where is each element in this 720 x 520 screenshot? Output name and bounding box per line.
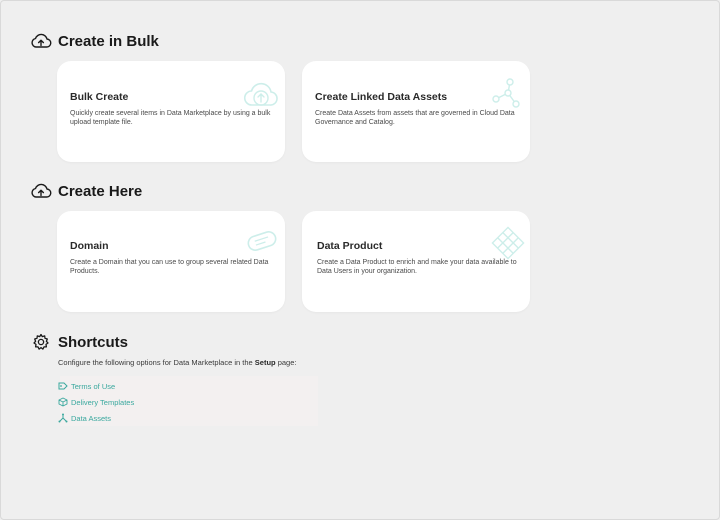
setup-page-reference: Setup xyxy=(254,358,276,367)
tag-icon xyxy=(58,381,68,391)
bulk-create-card[interactable]: Bulk Create Quickly create several items… xyxy=(57,61,285,162)
terms-of-use-link[interactable]: Terms of Use xyxy=(58,381,115,391)
cloud-upload-icon xyxy=(30,32,52,50)
link-label: Data Assets xyxy=(71,413,112,423)
section-title: Shortcuts xyxy=(58,333,129,351)
card-title: Data Product xyxy=(317,240,383,252)
gear-icon xyxy=(30,333,52,351)
data-assets-link[interactable]: Data Assets xyxy=(58,413,111,423)
card-title: Create Linked Data Assets xyxy=(315,91,448,103)
shortcuts-desc-prefix: Configure the following options for Data… xyxy=(58,358,255,367)
nodes-icon xyxy=(58,413,68,423)
network-nodes-illustration-icon xyxy=(488,77,522,114)
domain-badge-illustration-icon xyxy=(243,227,281,260)
grid-diamond-illustration-icon xyxy=(490,225,526,266)
section-header-shortcuts: Shortcuts xyxy=(30,333,128,351)
link-label: Delivery Templates xyxy=(71,397,135,407)
shortcuts-description: Configure the following options for Data… xyxy=(58,358,296,367)
link-label: Terms of Use xyxy=(71,381,116,391)
section-header-create-here: Create Here xyxy=(30,182,142,200)
cloud-upload-illustration-icon xyxy=(243,79,279,114)
delivery-templates-link[interactable]: Delivery Templates xyxy=(58,397,134,407)
shortcuts-desc-suffix: page: xyxy=(275,358,297,367)
cloud-upload-icon xyxy=(30,182,52,200)
section-header-create-in-bulk: Create in Bulk xyxy=(30,32,159,50)
domain-card[interactable]: Domain Create a Domain that you can use … xyxy=(57,211,285,312)
box-icon xyxy=(58,397,68,407)
card-description: Create a Domain that you can use to grou… xyxy=(70,259,269,275)
section-title: Create Here xyxy=(58,182,143,200)
create-linked-data-assets-card[interactable]: Create Linked Data Assets Create Data As… xyxy=(302,61,530,162)
card-title: Domain xyxy=(70,240,109,252)
data-product-card[interactable]: Data Product Create a Data Product to en… xyxy=(302,211,530,312)
card-title: Bulk Create xyxy=(70,91,129,103)
section-title: Create in Bulk xyxy=(58,32,159,50)
